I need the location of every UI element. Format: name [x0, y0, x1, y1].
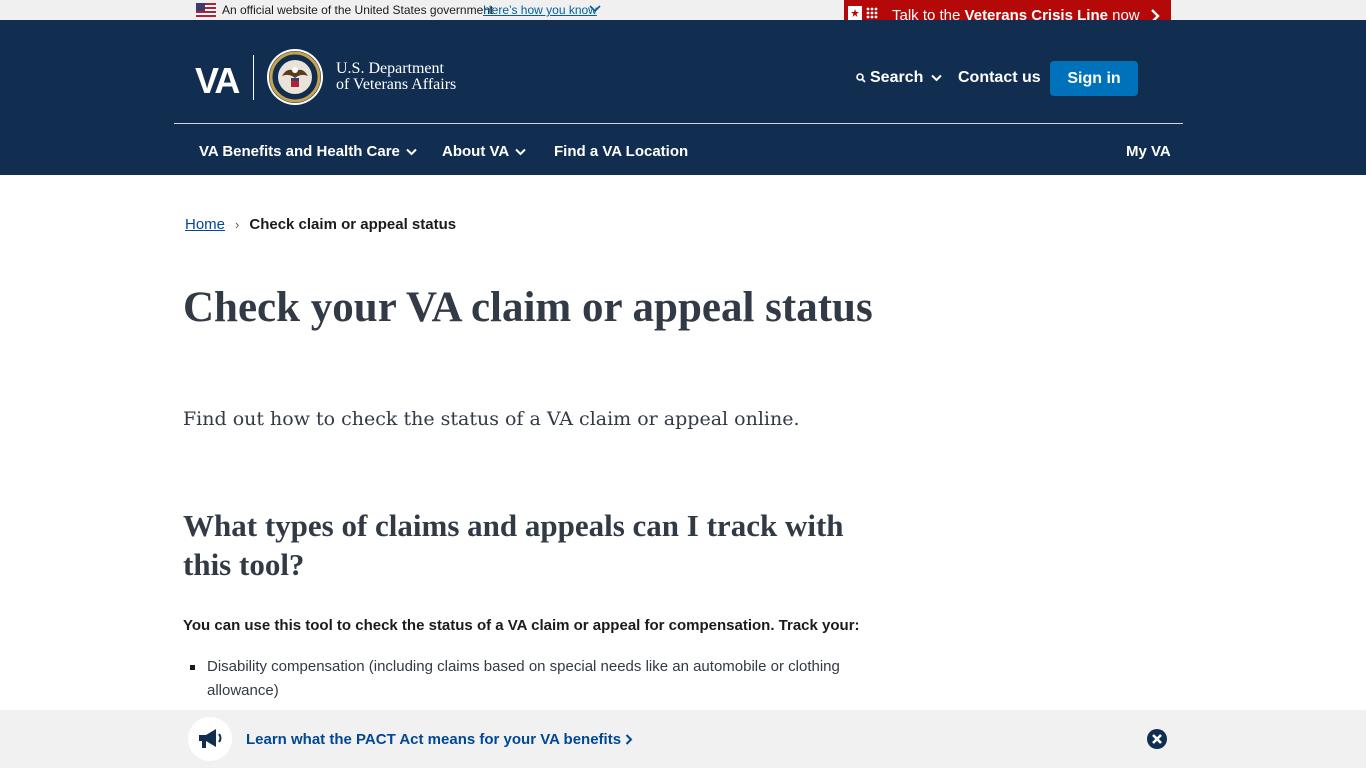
list-item: Disability compensation (including claim…: [183, 655, 863, 703]
sign-in-button[interactable]: Sign in: [1050, 61, 1138, 96]
section-heading: What types of claims and appeals can I t…: [183, 508, 844, 582]
contact-us-link[interactable]: Contact us: [958, 69, 1041, 87]
chevron-down-icon: [515, 148, 526, 156]
tracking-lead-text: You can use this tool to check the statu…: [183, 617, 860, 634]
breadcrumb-separator: ›: [235, 217, 240, 232]
intro-text: Find out how to check the status of a VA…: [183, 408, 800, 430]
search-label: Search: [870, 69, 924, 86]
va-seal-icon[interactable]: [266, 48, 324, 106]
pact-act-promo-banner: Learn what the PACT Act means for your V…: [0, 710, 1366, 768]
nav-va-benefits[interactable]: VA Benefits and Health Care: [199, 143, 417, 160]
official-site-text: An official website of the United States…: [222, 3, 494, 17]
va-logo[interactable]: VA: [195, 60, 240, 102]
pact-act-link[interactable]: Learn what the PACT Act means for your V…: [246, 731, 633, 748]
department-name: U.S. Department of Veterans Affairs: [336, 61, 456, 93]
us-flag-icon: [196, 3, 216, 17]
logo-divider: [253, 55, 254, 100]
dept-line-2: of Veterans Affairs: [336, 76, 457, 93]
nav-about-va[interactable]: About VA: [442, 143, 526, 160]
close-icon[interactable]: [1147, 729, 1167, 749]
nav-my-va[interactable]: My VA: [1126, 143, 1171, 160]
chevron-down-icon[interactable]: [589, 4, 601, 14]
megaphone-icon: [199, 729, 222, 748]
nav-va-benefits-label: VA Benefits and Health Care: [199, 143, 400, 160]
pact-act-link-label: Learn what the PACT Act means for your V…: [246, 731, 622, 748]
search-icon: [856, 72, 866, 83]
breadcrumb-home-link[interactable]: Home: [185, 216, 225, 233]
megaphone-badge: [188, 717, 232, 761]
header-divider: [174, 123, 1183, 124]
chevron-right-icon: [626, 734, 633, 745]
chevron-down-icon[interactable]: [931, 74, 942, 82]
breadcrumb: Home › Check claim or appeal status: [185, 216, 456, 233]
site-header: VA U.S. Department of Veterans Affairs S…: [0, 20, 1366, 175]
page-title: Check your VA claim or appeal status: [183, 284, 873, 331]
nav-about-va-label: About VA: [442, 143, 510, 160]
chevron-down-icon: [406, 148, 417, 156]
breadcrumb-current: Check claim or appeal status: [249, 216, 457, 233]
claim-types-list: Disability compensation (including claim…: [183, 655, 863, 703]
dept-line-1: U.S. Department: [336, 60, 444, 77]
nav-find-location[interactable]: Find a VA Location: [554, 143, 688, 160]
search-button[interactable]: Search: [856, 69, 923, 87]
how-you-know-link[interactable]: Here’s how you know: [483, 3, 597, 17]
